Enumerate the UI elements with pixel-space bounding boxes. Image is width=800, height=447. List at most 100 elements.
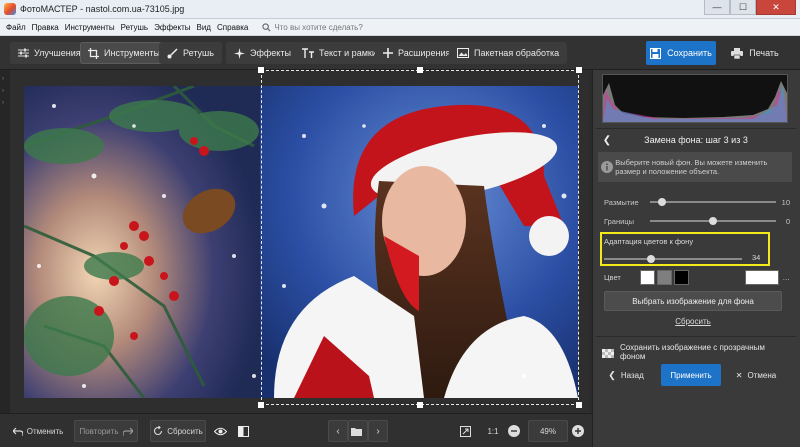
resize-handle[interactable] [576, 67, 582, 73]
print-label: Печать [749, 48, 779, 58]
preview-toggle[interactable] [212, 420, 232, 442]
close-button[interactable]: ✕ [756, 0, 796, 15]
info-box: Выберите новый фон. Вы можете изменить р… [598, 152, 792, 182]
reset-button[interactable]: Сбросить [150, 420, 206, 442]
tab-label: Расширения [398, 48, 451, 58]
color-row: Цвет … [604, 268, 790, 286]
tab-label: Текст и рамки [319, 48, 377, 58]
title-bar: ФотоМАСТЕР - nastol.com.ua-73105.jpg — ☐… [0, 0, 800, 19]
zoom-out-button[interactable] [508, 420, 524, 442]
menu-retouch[interactable]: Ретушь [121, 23, 149, 32]
adapt-colors-slider[interactable] [604, 255, 742, 263]
app-logo-icon [4, 3, 16, 15]
prev-image-button[interactable]: ‹ [328, 420, 348, 442]
color-label: Цвет [604, 272, 621, 282]
chevron-right-icon: › [2, 100, 4, 106]
save-transparent-label: Сохранить изображение с прозрачным фоном [619, 343, 765, 361]
cancel-button[interactable]: ✕ Отмена [730, 364, 782, 386]
tab-improvements[interactable]: Улучшения [10, 42, 89, 64]
chevron-right-icon: › [2, 76, 4, 82]
open-folder-button[interactable] [348, 420, 368, 442]
tab-label: Инструменты [104, 48, 161, 58]
text-icon [302, 48, 314, 58]
menu-edit[interactable]: Правка [32, 23, 59, 32]
blur-value: 10 [781, 197, 790, 207]
batch-icon [457, 48, 469, 58]
save-transparent-button[interactable]: Сохранить изображение с прозрачным фоном [602, 343, 792, 361]
save-label: Сохранить [667, 48, 712, 58]
main-toolbar: Улучшения Инструменты Ретушь Эффекты Тек… [0, 36, 800, 70]
swatch-gray[interactable] [657, 269, 672, 285]
borders-label: Границы [604, 216, 634, 226]
tab-text-frames[interactable]: Текст и рамки [294, 42, 385, 64]
save-button[interactable]: Сохранить [646, 41, 716, 65]
slider-thumb[interactable] [709, 217, 717, 225]
custom-color-swatch[interactable] [744, 269, 779, 285]
fit-screen-button[interactable] [458, 420, 476, 442]
printer-icon [731, 47, 744, 59]
selection-frame[interactable] [261, 70, 579, 405]
zoom-level[interactable]: 49% [528, 420, 568, 442]
apply-button[interactable]: Применить [661, 364, 721, 386]
maximize-button[interactable]: ☐ [730, 0, 756, 15]
blur-slider-row: Размытие 10 [604, 195, 790, 209]
blur-slider[interactable] [650, 198, 776, 206]
adapt-colors-slider-row [604, 254, 766, 264]
info-icon [598, 161, 615, 173]
menu-bar: Файл Правка Инструменты Ретушь Эффекты В… [0, 19, 800, 36]
borders-slider[interactable] [650, 217, 776, 225]
tab-label: Пакетная обработка [474, 48, 560, 58]
resize-handle[interactable] [258, 67, 264, 73]
print-button[interactable]: Печать [722, 41, 788, 65]
window-controls: — ☐ ✕ [704, 0, 796, 17]
plus-icon [383, 48, 393, 58]
menu-tools[interactable]: Инструменты [65, 23, 115, 32]
resize-handle[interactable] [417, 402, 423, 408]
menu-view[interactable]: Вид [196, 23, 210, 32]
borders-slider-row: Границы 0 [604, 214, 790, 228]
brush-icon [167, 47, 178, 58]
more-colors-button[interactable]: … [783, 273, 791, 282]
menu-help[interactable]: Справка [217, 23, 248, 32]
reset-link[interactable]: Сбросить [604, 317, 782, 326]
cancel-label: Отмена [747, 370, 777, 380]
tab-tools[interactable]: Инструменты [80, 42, 169, 64]
borders-value: 0 [785, 216, 790, 226]
resize-handle[interactable] [417, 67, 423, 73]
crop-icon [88, 47, 99, 59]
next-image-button[interactable]: › [368, 420, 388, 442]
choose-background-button[interactable]: Выбрать изображение для фона [604, 291, 782, 311]
tab-extensions[interactable]: Расширения [375, 42, 459, 64]
collapsed-side-strip[interactable]: › › › [0, 70, 10, 413]
swatch-white[interactable] [640, 269, 655, 285]
slider-thumb[interactable] [646, 255, 655, 263]
divider [596, 128, 796, 129]
resize-handle[interactable] [576, 402, 582, 408]
menu-file[interactable]: Файл [6, 23, 26, 32]
resize-handle[interactable] [258, 402, 264, 408]
tab-retouch[interactable]: Ретушь [159, 42, 222, 64]
chevron-left-icon: ‹ [336, 425, 340, 437]
minimize-button[interactable]: — [704, 0, 730, 15]
slider-thumb[interactable] [658, 198, 666, 206]
tab-batch[interactable]: Пакетная обработка [449, 42, 568, 64]
menu-effects[interactable]: Эффекты [154, 23, 190, 32]
zoom-in-button[interactable] [572, 420, 588, 442]
undo-button[interactable]: Отменить [8, 420, 68, 442]
compare-toggle[interactable] [236, 420, 254, 442]
adapt-colors-value: 34 [752, 253, 761, 262]
back-button[interactable]: ❮ Назад [600, 364, 652, 386]
divider [596, 336, 796, 337]
menu-search[interactable]: Что вы хотите сделать? [262, 23, 363, 32]
back-arrow-icon[interactable]: ❮ [598, 135, 616, 146]
info-text: Выберите новый фон. Вы можете изменить р… [615, 158, 768, 176]
close-icon: ✕ [735, 370, 743, 380]
plus-circle-icon [572, 425, 584, 437]
actual-size-button[interactable]: 1:1 [484, 420, 502, 442]
redo-button[interactable]: Повторить [74, 420, 138, 442]
swatch-black[interactable] [674, 269, 689, 285]
tab-effects[interactable]: Эффекты [226, 42, 299, 64]
window-title: ФотоМАСТЕР - nastol.com.ua-73105.jpg [20, 4, 185, 14]
histogram-graph [603, 81, 787, 122]
undo-label: Отменить [26, 426, 64, 436]
